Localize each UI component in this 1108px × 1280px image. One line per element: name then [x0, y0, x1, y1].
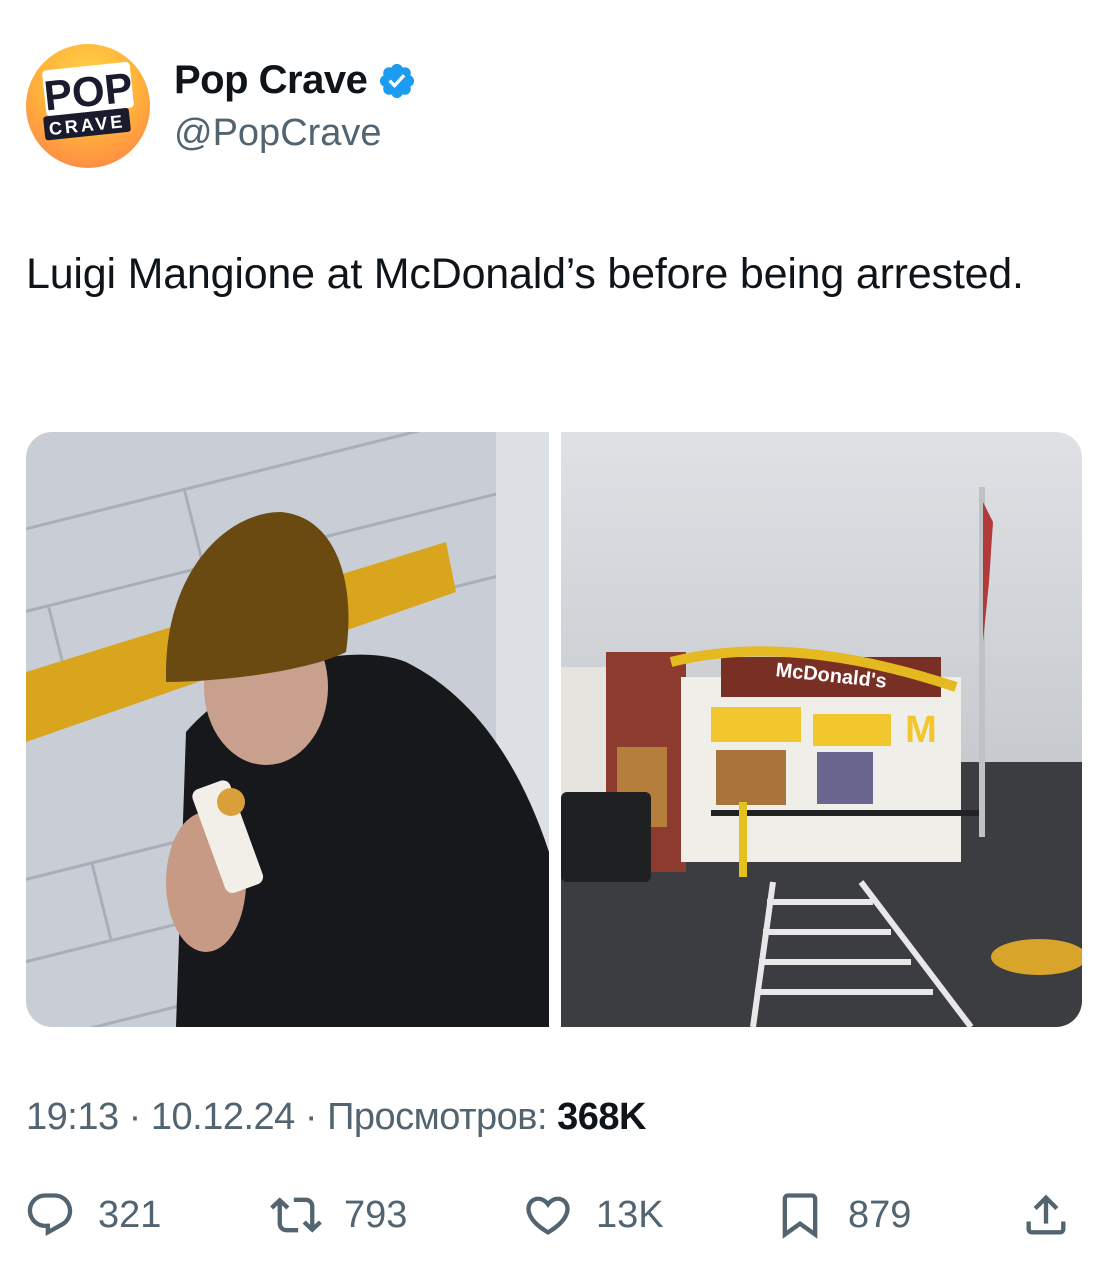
person-photo-illustration — [26, 432, 549, 1027]
mcdonalds-logo-text: M — [905, 709, 937, 751]
heart-icon — [526, 1196, 570, 1235]
views-count: 368K — [557, 1096, 646, 1138]
tweet-text: Luigi Mangione at McDonald’s before bein… — [26, 250, 1024, 298]
share-icon — [1026, 1194, 1066, 1235]
tweet: POP CRAVE Pop Crave @PopCrave Luigi Mang… — [0, 0, 1108, 1280]
pop-crave-logo-icon: POP CRAVE — [42, 61, 135, 141]
like-button[interactable]: 13K — [522, 1182, 664, 1248]
meta-separator: · — [128, 1096, 142, 1138]
bookmark-icon — [782, 1193, 818, 1239]
like-count: 13K — [596, 1193, 664, 1236]
verified-badge-icon — [380, 63, 415, 98]
retweet-icon — [270, 1197, 322, 1233]
reply-button[interactable]: 321 — [24, 1182, 161, 1248]
author-handle[interactable]: @PopCrave — [174, 112, 382, 155]
media-photo-restaurant[interactable]: McDonald's M — [561, 432, 1082, 1027]
tweet-meta: 19:13 · 10.12.24 · Просмотров: 368K — [26, 1096, 646, 1139]
author-avatar[interactable]: POP CRAVE — [26, 44, 150, 168]
tweet-date[interactable]: 10.12.24 — [151, 1096, 295, 1138]
retweet-count: 793 — [344, 1193, 408, 1236]
tweet-media[interactable]: McDonald's M — [26, 432, 1082, 1027]
tweet-time[interactable]: 19:13 — [26, 1096, 119, 1138]
reply-count: 321 — [98, 1193, 162, 1236]
tweet-actions: 321 793 13K 879 — [24, 1182, 1084, 1248]
retweet-button[interactable]: 793 — [270, 1182, 407, 1248]
share-button[interactable] — [1020, 1182, 1072, 1248]
restaurant-photo-illustration: McDonald's M — [561, 432, 1082, 1027]
bookmark-count: 879 — [848, 1193, 912, 1236]
author-display-name[interactable]: Pop Crave — [174, 58, 368, 103]
reply-icon — [27, 1193, 73, 1237]
author-name-row[interactable]: Pop Crave — [174, 58, 417, 103]
bookmark-button[interactable]: 879 — [774, 1182, 911, 1248]
views-label: Просмотров: — [327, 1096, 547, 1138]
meta-separator: · — [304, 1096, 318, 1138]
media-photo-person[interactable] — [26, 432, 549, 1027]
